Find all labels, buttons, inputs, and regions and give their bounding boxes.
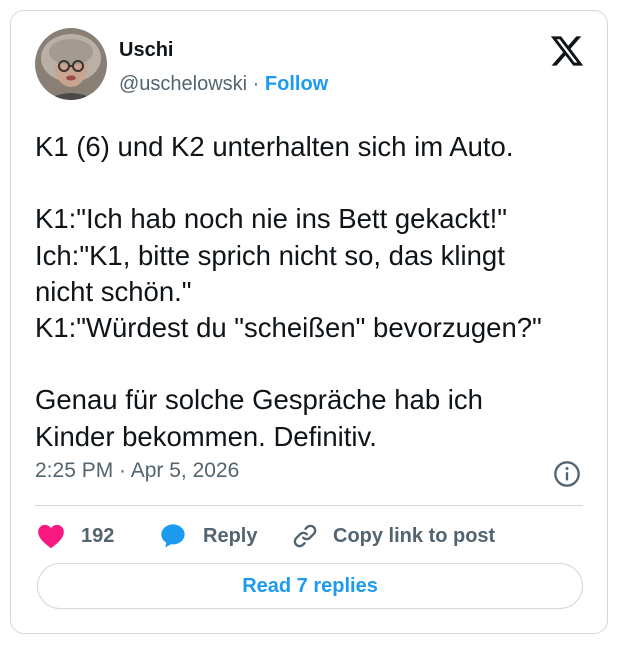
link-icon: [293, 524, 317, 548]
tweet-line: Genau für solche Gespräche hab ich: [35, 384, 483, 416]
avatar[interactable]: [35, 28, 107, 100]
tweet-line: K1 (6) und K2 unterhalten sich im Auto.: [35, 131, 514, 162]
like-button[interactable]: 192: [37, 516, 114, 556]
reply-label: Reply: [203, 524, 258, 547]
tweet-text: K1 (6) und K2 unterhalten sich im Auto. …: [35, 129, 590, 455]
like-count: 192: [81, 524, 115, 547]
author-handle[interactable]: @uschelowski: [119, 73, 247, 95]
avatar-photo: [35, 28, 107, 100]
tweet-card: Uschi @uschelowski · Follow K1 (6) und K…: [10, 10, 608, 634]
info-icon[interactable]: [553, 460, 581, 488]
handle-separator: ·: [247, 73, 265, 95]
tweet-line-break: [35, 346, 590, 382]
tweet-line: K1:"Ich hab noch nie ins Bett gekackt!": [35, 203, 508, 235]
heart-icon: [38, 524, 64, 549]
tweet-line: nicht schön.": [35, 275, 192, 307]
author-name[interactable]: Uschi: [119, 39, 173, 62]
reply-bubble-icon: [161, 524, 185, 548]
follow-button[interactable]: Follow: [265, 73, 328, 95]
author-handle-row: @uschelowski · Follow: [119, 73, 328, 96]
copy-link-label: Copy link to post: [333, 524, 496, 547]
copy-link-button[interactable]: Copy link to post: [291, 516, 495, 556]
read-replies-button[interactable]: Read 7 replies: [37, 563, 583, 609]
tweet-timestamp[interactable]: 2:25 PM · Apr 5, 2026: [35, 459, 239, 483]
tweet-line-break: [35, 165, 590, 201]
tweet-line: K1:"Würdest du "scheißen" bevorzugen?": [35, 312, 542, 343]
tweet-line: Kinder bekommen. Definitiv.: [35, 420, 377, 452]
tweet-line: Ich:"K1, bitte sprich nicht so, das klin…: [35, 239, 505, 271]
divider: [35, 505, 583, 506]
reply-button[interactable]: Reply: [159, 516, 257, 556]
x-logo-icon[interactable]: [549, 33, 585, 69]
